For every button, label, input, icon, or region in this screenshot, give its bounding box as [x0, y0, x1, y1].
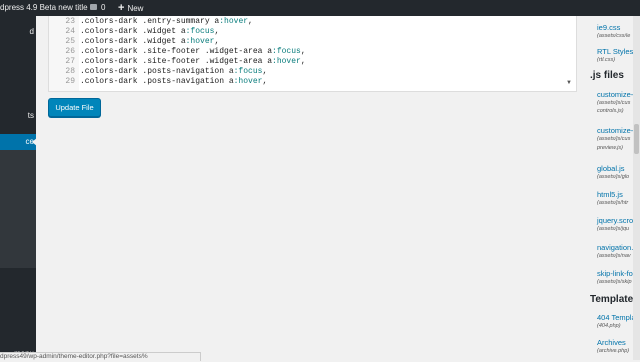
- templates-heading: Templates: [590, 294, 639, 305]
- code-line: 27 .colors-dark .site-footer .widget-area…: [65, 57, 306, 66]
- file-link-archives[interactable]: Archives: [597, 338, 626, 347]
- file-path: (assets/css/ie: [597, 33, 631, 39]
- comments-count: 0: [101, 3, 106, 12]
- file-link-ie9[interactable]: ie9.css: [597, 23, 620, 32]
- site-name-link[interactable]: dpress 4.9 Beta new title: [0, 0, 88, 16]
- file-path: (assets/js/cus: [597, 100, 631, 106]
- file-list-scrollbar-thumb[interactable]: [634, 124, 639, 154]
- code-line: 28 .colors-dark .posts-navigation a:focus…: [65, 67, 268, 76]
- file-path: (assets/js/nav: [597, 253, 631, 259]
- admin-menu-item[interactable]: d: [0, 24, 36, 40]
- file-path: controls.js): [597, 108, 624, 114]
- file-link-html5-js[interactable]: html5.js: [597, 190, 623, 199]
- admin-menu-item-appearance[interactable]: ce: [0, 134, 36, 150]
- code-editor[interactable]: 23 .colors-dark .entry-summary a:hover, 2…: [48, 16, 577, 92]
- code-line: 23 .colors-dark .entry-summary a:hover,: [65, 17, 253, 26]
- new-content-link[interactable]: + New: [118, 0, 143, 16]
- file-path: preview.js): [597, 145, 623, 151]
- new-label: New: [127, 4, 144, 13]
- plus-icon: +: [118, 2, 125, 14]
- code-line: 25 .colors-dark .widget a:hover,: [65, 37, 220, 46]
- comment-bubble-icon: [90, 3, 97, 10]
- current-menu-arrow-icon: [32, 138, 36, 146]
- file-path: (assets/js/jqu: [597, 226, 630, 232]
- scroll-down-arrow-icon[interactable]: ▼: [566, 80, 572, 86]
- code-line: 24 .colors-dark .widget a:focus,: [65, 27, 220, 36]
- admin-menu: d ts ce menu: [0, 16, 36, 360]
- file-path: (404.php): [597, 323, 621, 329]
- js-files-heading: .js files: [590, 70, 624, 81]
- code-line: 26 .colors-dark .site-footer .widget-area…: [65, 47, 306, 56]
- file-path: (assets/js/cus: [597, 136, 631, 142]
- admin-menu-item-label: ts: [27, 111, 34, 120]
- code-line: 29 .colors-dark .posts-navigation a:hover…: [65, 77, 268, 86]
- admin-menu-item-label: d: [29, 27, 34, 36]
- admin-submenu: [0, 150, 36, 268]
- file-path: (assets/js/skip: [597, 279, 632, 285]
- admin-menu-item[interactable]: ts: [0, 108, 36, 124]
- comments-link[interactable]: 0: [90, 0, 105, 16]
- file-list-scrollbar[interactable]: [633, 16, 640, 360]
- admin-bar: dpress 4.9 Beta new title 0 + New: [0, 0, 640, 16]
- file-link-global-js[interactable]: global.js: [597, 164, 625, 173]
- file-path: (rtl.css): [597, 57, 616, 63]
- file-path: (assets/js/htr: [597, 200, 629, 206]
- file-path: (assets/js/glo: [597, 174, 630, 180]
- update-file-button[interactable]: Update File: [48, 98, 101, 117]
- file-path: (archive.php): [597, 348, 630, 354]
